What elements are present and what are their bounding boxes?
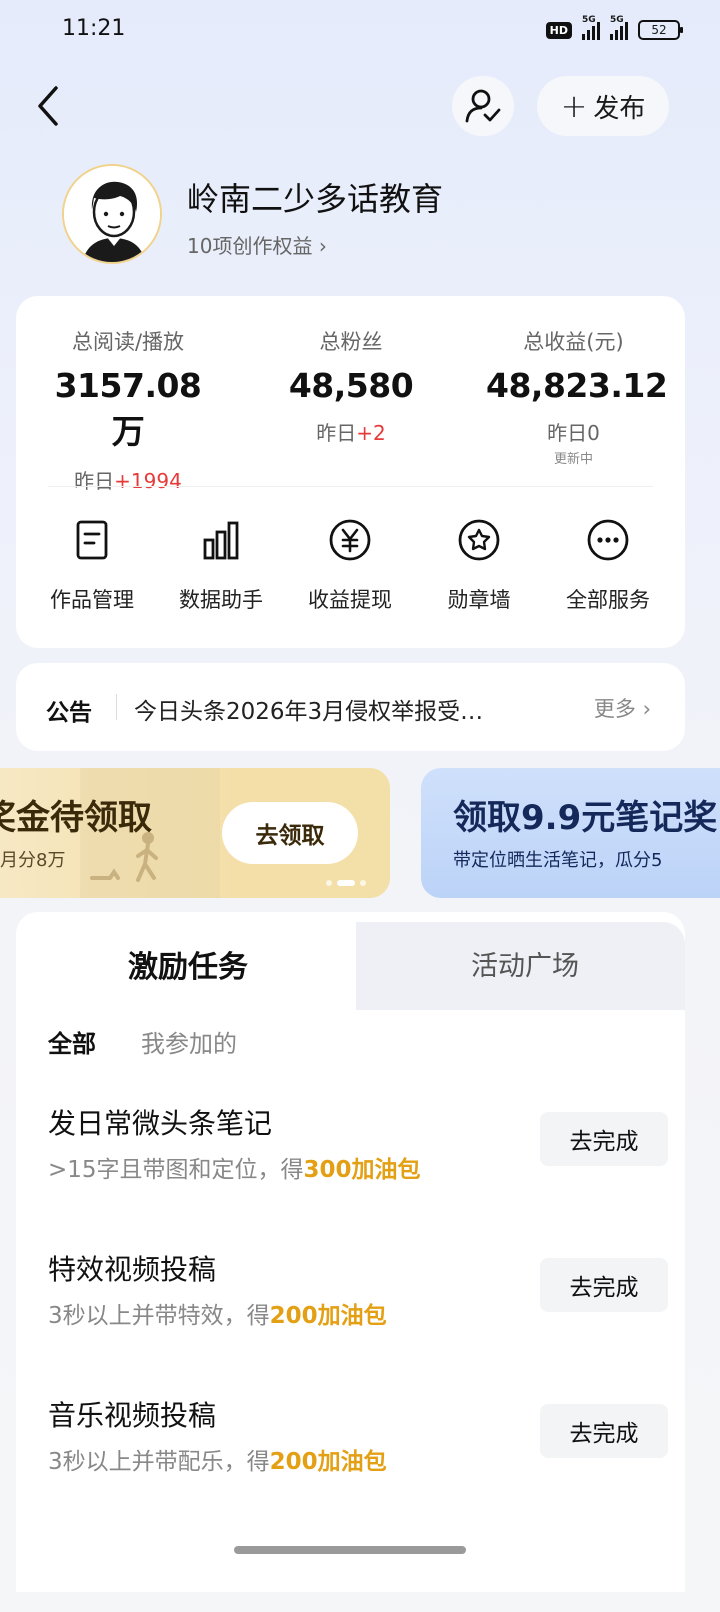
- task-item: 特效视频投稿 3秒以上并带特效，得200加油包 去完成: [48, 1248, 668, 1348]
- plus-icon: +: [560, 87, 588, 125]
- hd-icon: HD: [545, 21, 572, 39]
- service-label: 收益提现: [308, 588, 392, 612]
- bar-chart-icon: [203, 521, 239, 560]
- avatar-illustration: [64, 166, 160, 262]
- divider: [48, 486, 653, 487]
- status-icons: HD 5G 5G 52: [545, 15, 683, 40]
- task-desc: 3秒以上并带特效，得200加油包: [48, 1296, 387, 1330]
- publish-label: 发布: [593, 93, 646, 124]
- divider: [116, 694, 117, 720]
- task-desc-text: 3秒以上并带特效，得: [48, 1303, 270, 1329]
- stat-value: 48,580: [288, 366, 414, 405]
- battery-icon: 52: [638, 20, 683, 40]
- creator-rights-link[interactable]: 10项创作权益 ›: [187, 230, 327, 259]
- announcement-more-link[interactable]: 更多 ›: [594, 693, 651, 723]
- medal-icon: [458, 519, 500, 561]
- tasks-card: 激励任务 活动广场 全部 我参加的 发日常微头条笔记 >15字且带图和定位，得3…: [16, 912, 685, 1592]
- task-desc-text: 3秒以上并带配乐，得: [48, 1449, 270, 1475]
- signal-5g-icon-2: 5G: [610, 15, 628, 40]
- stat-label: 总收益(元): [523, 330, 624, 354]
- yesterday-label: 昨日: [316, 421, 357, 445]
- task-title: 发日常微头条笔记: [48, 1107, 273, 1140]
- filter-joined[interactable]: 我参加的: [141, 1024, 237, 1059]
- stat-yesterday: 昨日0: [547, 421, 600, 445]
- service-works-management[interactable]: 作品管理: [32, 518, 152, 614]
- network-label: 5G: [582, 15, 596, 25]
- avatar[interactable]: [62, 164, 162, 264]
- stat-value: 3157.08万: [54, 366, 202, 451]
- tab-incentive-tasks[interactable]: 激励任务: [128, 942, 248, 986]
- stat-label: 总阅读/播放: [71, 330, 185, 354]
- service-income-withdraw[interactable]: 收益提现: [290, 518, 410, 614]
- service-label: 数据助手: [179, 588, 263, 612]
- home-indicator[interactable]: [234, 1546, 466, 1554]
- user-check-icon: [465, 89, 501, 123]
- announcement-text[interactable]: 今日头条2026年3月侵权举报受…: [134, 692, 534, 726]
- task-item: 发日常微头条笔记 >15字且带图和定位，得300加油包 去完成: [48, 1102, 668, 1202]
- complete-task-button[interactable]: 去完成: [540, 1112, 668, 1166]
- stat-total-fans[interactable]: 总粉丝 48,580 昨日+2: [276, 326, 426, 446]
- stat-updating: 更新中: [553, 452, 593, 467]
- chevron-right-icon: ›: [642, 697, 651, 721]
- bonus-banner-title: 奖金待领取: [0, 798, 152, 838]
- task-reward: 200加油包: [269, 1303, 387, 1329]
- tab-activity-square[interactable]: 活动广场: [471, 944, 579, 983]
- service-all-services[interactable]: 全部服务: [548, 518, 668, 614]
- service-label: 勋章墙: [447, 588, 511, 612]
- complete-task-button[interactable]: 去完成: [540, 1404, 668, 1458]
- claim-button[interactable]: 去领取: [222, 802, 358, 864]
- stat-total-reads[interactable]: 总阅读/播放 3157.08万 昨日+1994: [48, 326, 208, 494]
- yen-icon: [329, 519, 371, 561]
- stat-value: 48,823.12: [486, 366, 668, 405]
- service-label: 全部服务: [566, 588, 650, 612]
- signal-5g-icon: 5G: [582, 15, 600, 40]
- bonus-banner-subtitle: 月分8万: [0, 850, 66, 871]
- task-reward: 300加油包: [303, 1157, 421, 1183]
- stats-card: 总阅读/播放 3157.08万 昨日+1994 总粉丝 48,580 昨日+2 …: [16, 296, 685, 648]
- announcement-bar[interactable]: 公告 今日头条2026年3月侵权举报受… 更多 ›: [16, 663, 685, 751]
- document-icon: [76, 520, 108, 560]
- task-desc-text: >15字且带图和定位，得: [48, 1157, 304, 1183]
- creator-rights-label: 10项创作权益: [187, 234, 313, 258]
- carousel-dots: [326, 880, 366, 886]
- status-bar: 11:21 HD 5G 5G 52: [0, 0, 720, 64]
- complete-task-button[interactable]: 去完成: [540, 1258, 668, 1312]
- notes-banner[interactable]: 领取9.9元笔记奖 带定位晒生活笔记，瓜分5: [421, 768, 720, 898]
- chevron-right-icon: ›: [318, 234, 327, 258]
- status-time: 11:21: [62, 16, 126, 41]
- stat-yesterday: 昨日+1994: [48, 465, 208, 494]
- yesterday-delta: +2: [356, 421, 386, 445]
- task-desc: 3秒以上并带配乐，得200加油包: [48, 1442, 387, 1476]
- notes-banner-title: 领取9.9元笔记奖: [453, 798, 718, 838]
- bonus-banner[interactable]: 奖金待领取 月分8万 去领取: [0, 768, 390, 898]
- stat-total-income[interactable]: 总收益(元) 48,823.12 昨日0 更新中: [486, 326, 668, 467]
- stat-yesterday: 昨日+2: [276, 417, 426, 446]
- back-button[interactable]: [30, 82, 70, 130]
- more-icon: [587, 519, 629, 561]
- task-title: 音乐视频投稿: [48, 1399, 217, 1432]
- network-label-2: 5G: [610, 15, 624, 25]
- publish-button[interactable]: + 发布: [537, 76, 669, 136]
- user-switch-button[interactable]: [452, 76, 514, 136]
- service-medal-wall[interactable]: 勋章墙: [419, 518, 539, 614]
- yesterday-delta: +1994: [114, 469, 182, 493]
- filter-all[interactable]: 全部: [48, 1024, 96, 1059]
- service-label: 作品管理: [50, 588, 134, 612]
- service-data-assistant[interactable]: 数据助手: [161, 518, 281, 614]
- more-label: 更多: [593, 697, 636, 721]
- yesterday-label: 昨日: [74, 469, 115, 493]
- chevron-left-icon: [38, 86, 58, 126]
- task-item: 音乐视频投稿 3秒以上并带配乐，得200加油包 去完成: [48, 1394, 668, 1494]
- announcement-tag: 公告: [46, 700, 92, 726]
- notes-banner-subtitle: 带定位晒生活笔记，瓜分5: [453, 850, 663, 871]
- task-desc: >15字且带图和定位，得300加油包: [48, 1150, 421, 1184]
- task-reward: 200加油包: [269, 1449, 387, 1475]
- profile-name: 岭南二少多话教育: [187, 180, 444, 218]
- stat-label: 总粉丝: [319, 330, 383, 354]
- task-title: 特效视频投稿: [48, 1253, 217, 1286]
